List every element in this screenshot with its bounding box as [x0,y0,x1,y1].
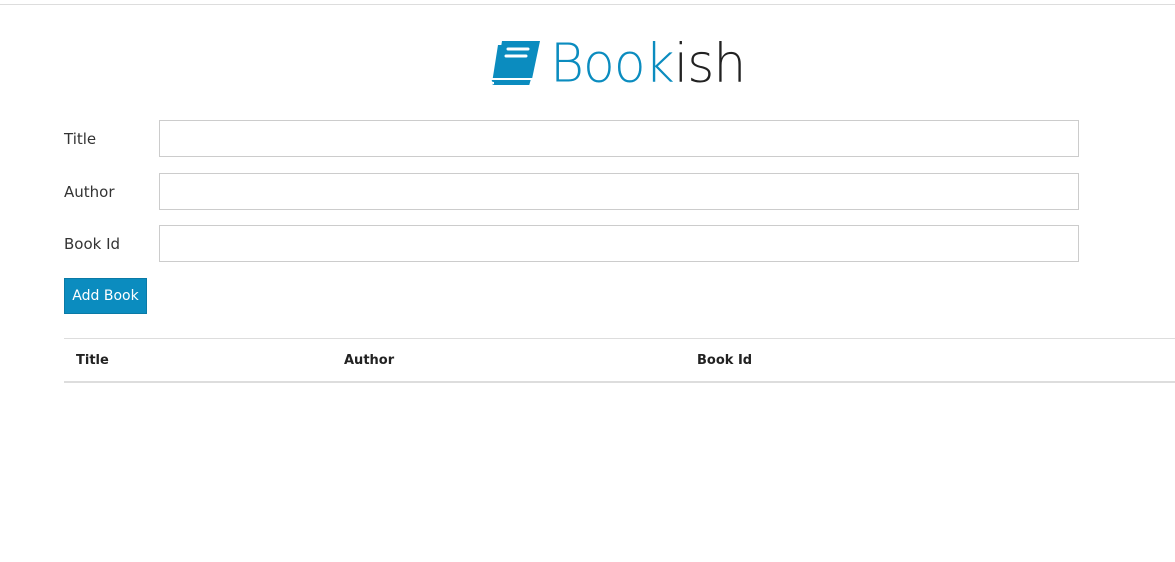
author-input[interactable] [159,173,1079,210]
column-header-book-id[interactable]: Book Id [685,339,1175,383]
book-icon [489,41,540,87]
column-header-author[interactable]: Author [332,339,685,383]
bookid-label: Book Id [64,234,121,253]
top-divider [0,4,1175,5]
bookid-input[interactable] [159,225,1079,262]
books-table: Title Author Book Id [64,338,1175,383]
brand-name-accent: Book [550,33,675,95]
title-input[interactable] [159,120,1079,157]
author-label: Author [64,182,115,201]
brand-name: Bookish [550,33,746,95]
brand-name-rest: ish [673,33,746,95]
author-row: Author [64,173,1079,210]
table-header-row: Title Author Book Id [64,338,1175,383]
title-row: Title [64,120,1079,157]
column-header-title[interactable]: Title [64,339,332,383]
title-label: Title [64,129,97,148]
bookid-row: Book Id [64,225,1079,262]
add-book-button[interactable]: Add Book [64,278,147,314]
brand-logo: Bookish [488,33,746,95]
